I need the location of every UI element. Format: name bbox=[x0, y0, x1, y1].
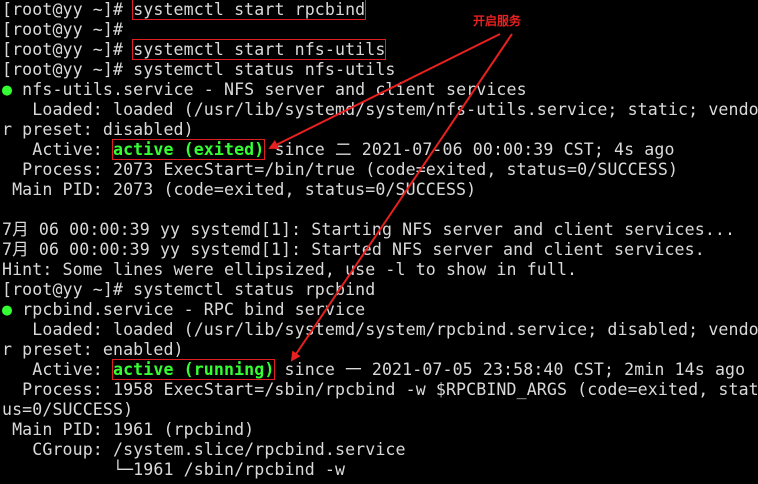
terminal-line: Hint: Some lines were ellipsized, use -l… bbox=[2, 260, 758, 280]
terminal-line: [root@yy ~]# bbox=[2, 20, 758, 40]
terminal-text: [root@yy ~]# systemctl status rpcbind bbox=[2, 280, 376, 299]
terminal-line: [root@yy ~]# systemctl status nfs-utils bbox=[2, 60, 758, 80]
terminal-text: rpcbind.service - RPC bind service bbox=[12, 300, 366, 319]
highlighted-text: active (exited) bbox=[111, 139, 266, 160]
highlighted-text: active (running) bbox=[111, 359, 276, 380]
terminal-text: Loaded: loaded (/usr/lib/systemd/system/… bbox=[2, 320, 758, 339]
terminal-line: Active: active (running) since 一 2021-07… bbox=[2, 359, 758, 380]
terminal-line: Main PID: 2073 (code=exited, status=0/SU… bbox=[2, 180, 758, 200]
terminal-line: [root@yy ~]# systemctl start nfs-utils bbox=[2, 39, 758, 60]
terminal-line: Active: active (exited) since 二 2021-07-… bbox=[2, 139, 758, 160]
terminal-text: [root@yy ~]# bbox=[2, 0, 134, 19]
terminal-line: └─1961 /sbin/rpcbind -w bbox=[2, 460, 758, 480]
terminal-text: since 一 2021-07-05 23:58:40 CST; 2min 14… bbox=[274, 360, 746, 379]
terminal-text: Active: bbox=[2, 140, 113, 159]
terminal-line: CGroup: /system.slice/rpcbind.service bbox=[2, 440, 758, 460]
terminal-line: Loaded: loaded (/usr/lib/systemd/system/… bbox=[2, 100, 758, 120]
terminal-text: nfs-utils.service - NFS server and clien… bbox=[12, 80, 527, 99]
terminal-text: Process: 1958 ExecStart=/sbin/rpcbind -w… bbox=[2, 380, 758, 399]
terminal-line: us=0/SUCCESS) bbox=[2, 400, 758, 420]
annotation-label: 开启服务 bbox=[472, 12, 523, 29]
terminal-text: [root@yy ~]# bbox=[2, 40, 134, 59]
terminal-text: Loaded: loaded (/usr/lib/systemd/system/… bbox=[2, 100, 758, 119]
terminal-text: CGroup: /system.slice/rpcbind.service bbox=[2, 440, 406, 459]
terminal-line: Main PID: 1961 (rpcbind) bbox=[2, 420, 758, 440]
terminal-text: Process: 2073 ExecStart=/bin/true (code=… bbox=[2, 160, 679, 179]
terminal-text: Main PID: 2073 (code=exited, status=0/SU… bbox=[2, 180, 477, 199]
terminal-text: r preset: disabled) bbox=[2, 120, 194, 139]
terminal-line: r preset: enabled) bbox=[2, 340, 758, 360]
status-dot-icon: ● bbox=[2, 300, 13, 319]
status-dot-icon: ● bbox=[2, 80, 13, 99]
terminal-text: r preset: enabled) bbox=[2, 340, 184, 359]
terminal-text: Main PID: 1961 (rpcbind) bbox=[2, 420, 255, 439]
terminal-text: └─1961 /sbin/rpcbind -w bbox=[2, 460, 346, 479]
terminal-line: [root@yy ~]# systemctl status rpcbind bbox=[2, 280, 758, 300]
terminal-text: Active: bbox=[2, 360, 113, 379]
terminal-text: Hint: Some lines were ellipsized, use -l… bbox=[2, 260, 578, 279]
terminal-line: Loaded: loaded (/usr/lib/systemd/system/… bbox=[2, 320, 758, 340]
terminal-line: ● rpcbind.service - RPC bind service bbox=[2, 300, 758, 320]
highlighted-text: systemctl start nfs-utils bbox=[132, 39, 387, 60]
terminal-line: Process: 1958 ExecStart=/sbin/rpcbind -w… bbox=[2, 380, 758, 400]
terminal-line: [root@yy ~]# systemctl start rpcbind bbox=[2, 0, 758, 20]
terminal-text: us=0/SUCCESS) bbox=[2, 400, 134, 419]
terminal-line: Process: 2073 ExecStart=/bin/true (code=… bbox=[2, 160, 758, 180]
terminal-text: [root@yy ~]# systemctl status nfs-utils bbox=[2, 60, 396, 79]
terminal-text: 7月 06 00:00:39 yy systemd[1]: Starting N… bbox=[2, 220, 736, 239]
terminal-text: [root@yy ~]# bbox=[2, 20, 134, 39]
terminal-line: 7月 06 00:00:39 yy systemd[1]: Starting N… bbox=[2, 220, 758, 240]
highlighted-text: systemctl start rpcbind bbox=[132, 0, 367, 20]
terminal-window[interactable]: [root@yy ~]# systemctl start rpcbind [roo… bbox=[0, 0, 758, 484]
terminal-text: since 二 2021-07-06 00:00:39 CST; 4s ago bbox=[264, 140, 675, 159]
terminal-text: 7月 06 00:00:39 yy systemd[1]: Started NF… bbox=[2, 240, 705, 259]
terminal-line: 7月 06 00:00:39 yy systemd[1]: Started NF… bbox=[2, 240, 758, 260]
terminal-line: ● nfs-utils.service - NFS server and cli… bbox=[2, 80, 758, 100]
terminal-line: r preset: disabled) bbox=[2, 120, 758, 140]
